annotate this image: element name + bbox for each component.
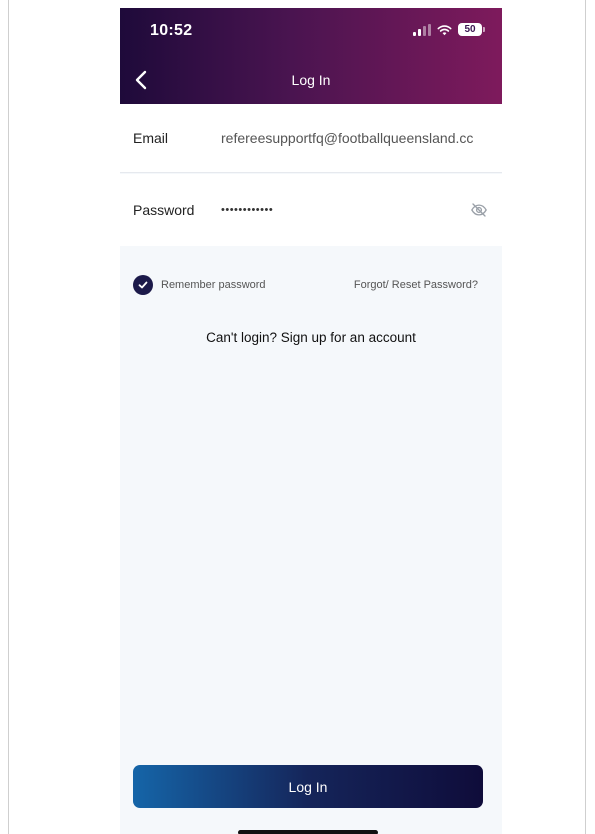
phone-screen: 10:52 50 Log In Email refereesupportfq@f… — [120, 8, 502, 834]
password-field[interactable]: •••••••••••• — [221, 204, 484, 216]
signal-icon — [413, 23, 431, 36]
home-indicator — [238, 830, 378, 834]
header: 10:52 50 Log In — [120, 8, 502, 104]
email-label: Email — [133, 130, 169, 146]
signup-link[interactable]: Can't login? Sign up for an account — [120, 330, 502, 345]
email-field[interactable]: refereesupportfq@footballqueensland.cc — [221, 130, 484, 146]
email-row: Email refereesupportfq@footballqueenslan… — [120, 104, 502, 173]
forgot-password-link[interactable]: Forgot/ Reset Password? — [354, 279, 478, 291]
wifi-icon — [437, 24, 452, 35]
login-button[interactable]: Log In — [133, 765, 483, 808]
battery-icon: 50 — [458, 23, 485, 36]
remember-password-checkbox[interactable]: Remember password — [133, 275, 266, 295]
status-time: 10:52 — [150, 22, 193, 39]
password-row: Password •••••••••••• — [120, 174, 502, 246]
password-label: Password — [133, 202, 195, 218]
checkmark-icon — [133, 275, 153, 295]
status-icons: 50 — [413, 23, 485, 36]
options-row: Remember password Forgot/ Reset Password… — [133, 274, 478, 296]
page-title: Log In — [291, 72, 331, 88]
eye-off-icon[interactable] — [470, 201, 488, 219]
remember-password-label: Remember password — [161, 279, 266, 291]
